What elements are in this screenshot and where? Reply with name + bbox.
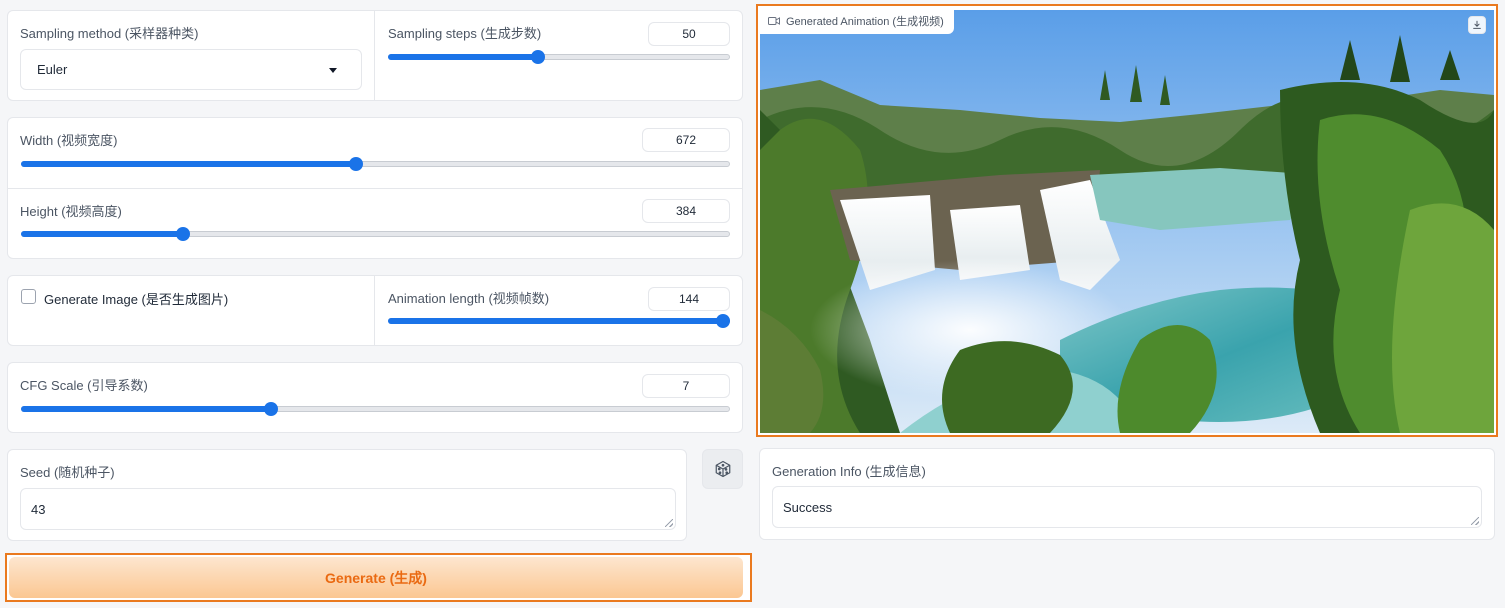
slider-fill: [21, 161, 357, 167]
slider-thumb[interactable]: [349, 157, 364, 171]
height-slider[interactable]: [21, 227, 730, 241]
width-label: Width (视频宽度): [20, 133, 118, 148]
generation-info-value: Success: [783, 500, 833, 515]
dice-icon: [715, 460, 730, 478]
resize-handle-icon[interactable]: [665, 519, 673, 527]
width-input[interactable]: 672: [642, 128, 730, 152]
download-button[interactable]: [1468, 16, 1486, 34]
resize-handle-icon[interactable]: [1471, 517, 1479, 525]
download-icon: [1473, 20, 1481, 29]
sampling-method-label: Sampling method (采样器种类): [20, 26, 199, 41]
slider-fill: [388, 54, 539, 60]
slider-thumb[interactable]: [531, 50, 546, 64]
dimensions-card: Width (视频宽度) 672 Height (视频高度) 384: [7, 117, 743, 259]
generated-animation-label: Generated Animation (生成视频): [760, 8, 954, 34]
cfg-card: CFG Scale (引导系数) 7: [7, 362, 743, 433]
cfg-scale-label: CFG Scale (引导系数): [20, 378, 148, 393]
generate-image-card: Generate Image (是否生成图片) Animation length…: [7, 275, 743, 346]
animation-length-input[interactable]: 144: [648, 287, 730, 311]
generate-button-label: Generate (生成): [325, 569, 427, 586]
slider-thumb[interactable]: [175, 227, 190, 241]
seed-label: Seed (随机种子): [20, 465, 115, 480]
generate-image-checkbox[interactable]: [21, 289, 36, 304]
divider: [374, 11, 375, 100]
generated-video[interactable]: [760, 10, 1494, 433]
height-input[interactable]: 384: [642, 199, 730, 223]
slider-fill: [21, 406, 271, 412]
seed-input[interactable]: 43: [20, 488, 676, 530]
divider: [8, 188, 742, 189]
generation-info-card: Generation Info (生成信息) Success: [759, 448, 1495, 540]
sampling-method-dropdown[interactable]: Euler: [20, 49, 362, 90]
sampling-steps-label: Sampling steps (生成步数): [388, 26, 542, 41]
slider-fill: [388, 318, 730, 324]
height-label: Height (视频高度): [20, 204, 122, 219]
generation-info-label: Generation Info (生成信息): [772, 464, 926, 479]
seed-value: 43: [31, 502, 46, 517]
random-seed-button[interactable]: [702, 449, 743, 489]
slider-thumb[interactable]: [263, 402, 278, 416]
sampling-steps-input[interactable]: 50: [648, 22, 730, 46]
generate-button[interactable]: Generate (生成): [9, 557, 743, 598]
generate-image-label[interactable]: Generate Image (是否生成图片): [44, 289, 228, 308]
sampling-card: Sampling method (采样器种类) Euler Sampling s…: [7, 10, 743, 101]
width-slider[interactable]: [21, 157, 730, 171]
sampling-steps-slider[interactable]: [388, 50, 730, 64]
app-root: Sampling method (采样器种类) Euler Sampling s…: [0, 0, 1505, 608]
cfg-scale-input[interactable]: 7: [642, 374, 730, 398]
seed-card: Seed (随机种子) 43: [7, 449, 687, 541]
generated-animation-panel: Generated Animation (生成视频): [756, 4, 1498, 437]
divider: [374, 276, 375, 345]
sampling-method-value: Euler: [37, 62, 68, 77]
video-camera-icon: [768, 17, 780, 25]
generation-info-output[interactable]: Success: [772, 486, 1482, 528]
animation-length-label: Animation length (视频帧数): [388, 291, 550, 306]
slider-fill: [21, 231, 183, 237]
slider-thumb[interactable]: [716, 314, 730, 328]
cfg-scale-slider[interactable]: [21, 402, 730, 416]
generated-animation-title: Generated Animation (生成视频): [786, 16, 944, 28]
chevron-down-icon: [329, 68, 337, 73]
animation-length-slider[interactable]: [388, 314, 730, 328]
